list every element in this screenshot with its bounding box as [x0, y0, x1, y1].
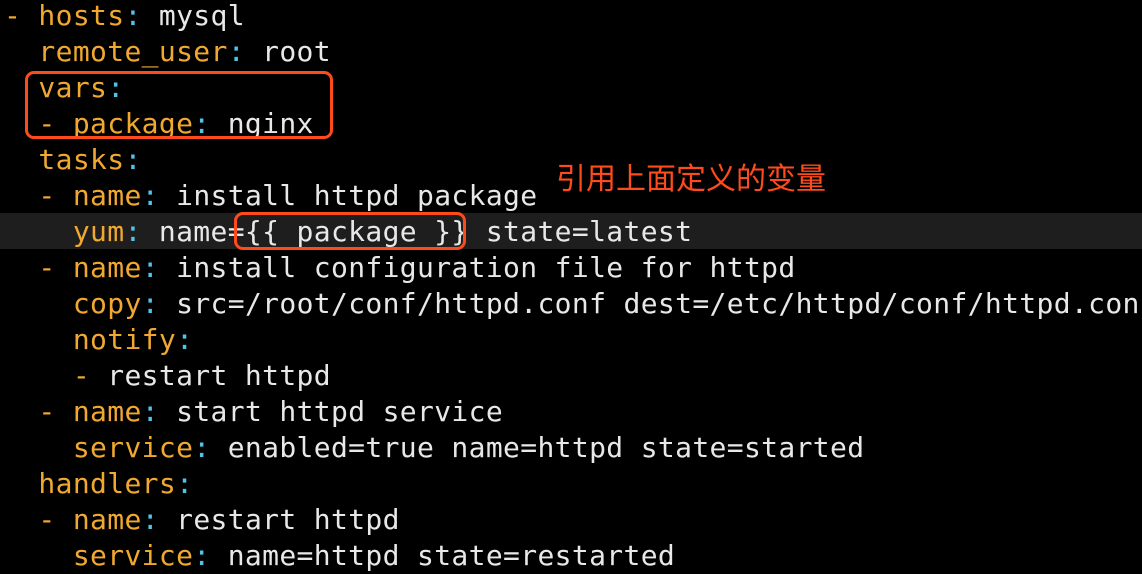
code-line: - name: install configuration file for h…	[4, 250, 796, 286]
code-value: name=httpd state=restarted	[210, 539, 676, 572]
code-line: notify:	[4, 322, 193, 358]
code-line: - name: install httpd package	[4, 178, 537, 214]
code-colon: :	[124, 0, 142, 32]
code-value: src=/root/conf/httpd.conf dest=/etc/http…	[158, 287, 1142, 320]
code-line: - name: restart httpd	[4, 502, 400, 538]
code-value: root	[244, 35, 331, 68]
code-key: yum	[72, 215, 125, 248]
code-line: copy: src=/root/conf/httpd.conf dest=/et…	[4, 286, 1142, 322]
code-line: tasks:	[4, 142, 142, 178]
code-key: hosts	[38, 0, 125, 32]
code-value: mysql	[141, 0, 245, 32]
code-key: name	[72, 179, 142, 212]
code-key: name	[72, 251, 142, 284]
code-dash: -	[4, 0, 39, 32]
code-editor[interactable]: - hosts: mysql remote_user: root vars: -…	[0, 0, 1142, 574]
code-key: service	[72, 431, 194, 464]
code-colon: :	[141, 503, 159, 536]
code-colon: :	[141, 287, 159, 320]
code-line: - hosts: mysql	[4, 0, 245, 34]
code-colon: :	[227, 35, 245, 68]
code-key: service	[72, 539, 194, 572]
code-key: tasks	[38, 143, 125, 176]
vars-highlight-box	[25, 71, 333, 139]
code-colon: :	[176, 467, 194, 500]
code-line: - name: start httpd service	[4, 394, 503, 430]
code-colon: :	[141, 251, 159, 284]
code-colon: :	[124, 215, 142, 248]
code-value: enabled=true name=httpd state=started	[210, 431, 865, 464]
code-colon: :	[193, 431, 211, 464]
code-dash: -	[38, 179, 73, 212]
code-colon: :	[141, 179, 159, 212]
code-line: - restart httpd	[4, 358, 331, 394]
code-line: handlers:	[4, 466, 193, 502]
code-colon: :	[176, 323, 194, 356]
code-dash: -	[38, 395, 73, 428]
code-colon: :	[124, 143, 142, 176]
code-key: name	[72, 395, 142, 428]
code-line: service: enabled=true name=httpd state=s…	[4, 430, 864, 466]
code-dash: -	[38, 251, 73, 284]
code-key: copy	[72, 287, 142, 320]
code-colon: :	[193, 539, 211, 572]
annotation-text: 引用上面定义的变量	[556, 162, 826, 197]
code-dash: -	[38, 503, 73, 536]
code-value: install configuration file for httpd	[158, 251, 796, 284]
code-line: remote_user: root	[4, 34, 331, 70]
package-variable-highlight-box	[234, 212, 466, 250]
code-value: restart httpd	[107, 359, 331, 392]
code-dash: -	[72, 359, 108, 392]
code-colon: :	[141, 395, 159, 428]
code-key: name	[72, 503, 142, 536]
code-key: handlers	[38, 467, 177, 500]
code-line: service: name=httpd state=restarted	[4, 538, 675, 574]
code-key: notify	[72, 323, 177, 356]
code-key: remote_user	[38, 35, 228, 68]
code-value: install httpd package	[158, 179, 538, 212]
code-value: restart httpd	[158, 503, 400, 536]
code-value: start httpd service	[158, 395, 504, 428]
